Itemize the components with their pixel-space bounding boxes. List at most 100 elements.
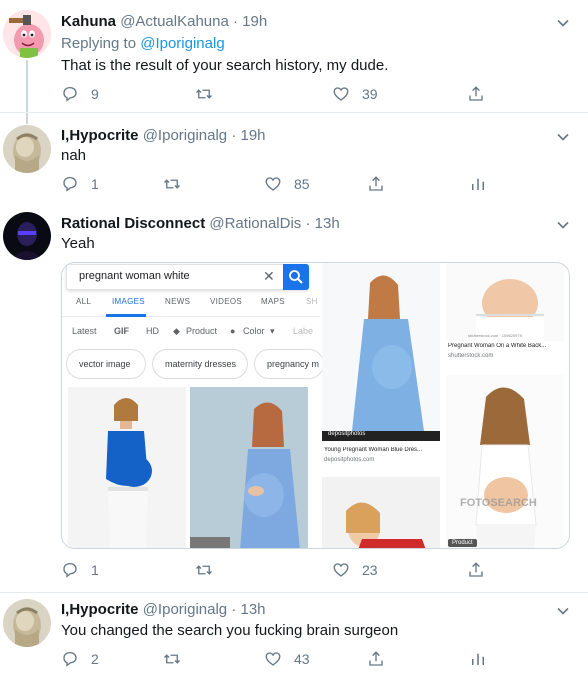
- chevron-down-icon: ▾: [270, 326, 275, 336]
- small-watermark: shutterstock.com · 159625979: [468, 333, 522, 338]
- timestamp[interactable]: 19h: [241, 127, 266, 144]
- tweet-rational-disconnect[interactable]: Rational Disconnect @RationalDis · 13h Y…: [0, 205, 588, 593]
- reply-icon: [63, 86, 77, 102]
- tweet-text: Yeah: [61, 235, 95, 252]
- reply-button[interactable]: 2: [61, 650, 99, 668]
- chevron-down-icon[interactable]: [556, 130, 570, 144]
- tab-shopping: SH: [306, 297, 318, 306]
- watermark: depositphotos: [328, 431, 366, 437]
- tweet-actions: 1 85: [61, 175, 581, 195]
- avatar[interactable]: [3, 10, 51, 58]
- analytics-button[interactable]: [469, 650, 487, 668]
- tweet-hypocrite-2[interactable]: I,Hypocrite @Iporiginalg · 13h You chang…: [0, 593, 588, 685]
- replying-to-link[interactable]: @Iporiginalg: [140, 35, 224, 52]
- retweet-icon: [196, 565, 212, 575]
- suggestion-chips: vector image maternity dresses pregnancy…: [62, 349, 324, 379]
- avatar[interactable]: [3, 212, 51, 260]
- share-icon: [469, 562, 483, 577]
- reply-icon: [63, 562, 77, 578]
- tool-label: Labe: [293, 326, 314, 336]
- avatar[interactable]: [3, 599, 51, 647]
- replying-to: Replying to @Iporiginalg: [61, 35, 225, 52]
- result-source: depositphotos.com: [324, 457, 375, 463]
- tweet-hypocrite-1[interactable]: I,Hypocrite @Iporiginalg · 19h nah 1 85: [0, 113, 588, 205]
- share-button[interactable]: [367, 650, 385, 668]
- result-image: [190, 387, 308, 548]
- analytics-button[interactable]: [469, 175, 487, 193]
- retweet-button[interactable]: [163, 175, 181, 193]
- product-badge: Product: [448, 539, 477, 547]
- display-name[interactable]: Kahuna: [61, 13, 116, 30]
- tweet-header: I,Hypocrite @Iporiginalg · 13h: [61, 601, 266, 618]
- like-button[interactable]: 39: [332, 85, 378, 103]
- reply-count: 2: [91, 651, 99, 667]
- reply-button[interactable]: 9: [61, 85, 99, 103]
- palette-icon: ●: [230, 326, 236, 336]
- timestamp[interactable]: 19h: [242, 13, 267, 30]
- active-tab-indicator: [106, 314, 146, 317]
- tweet-header: Kahuna @ActualKahuna · 19h: [61, 13, 267, 30]
- display-name[interactable]: I,Hypocrite: [61, 601, 139, 618]
- analytics-icon: [472, 178, 484, 190]
- chevron-down-icon[interactable]: [556, 604, 570, 618]
- timestamp[interactable]: 13h: [315, 215, 340, 232]
- search-query: pregnant woman white: [79, 270, 190, 282]
- chevron-down-icon[interactable]: [556, 16, 570, 30]
- reply-button[interactable]: 1: [61, 175, 99, 193]
- result-source: shutterstock.com: [448, 353, 494, 359]
- user-handle[interactable]: @Iporiginalg: [143, 127, 227, 144]
- tweet-actions: 9 39: [61, 85, 581, 105]
- tag-icon: ◆: [173, 326, 180, 336]
- result-image: FOTOSEARCH Product: [446, 375, 564, 548]
- reply-button[interactable]: 1: [61, 561, 99, 579]
- chevron-down-icon[interactable]: [556, 218, 570, 232]
- chip: vector image: [66, 349, 146, 379]
- like-icon: [333, 87, 349, 101]
- like-count: 43: [294, 651, 310, 667]
- retweet-icon: [196, 89, 212, 99]
- tweet-actions: 2 43: [61, 650, 581, 670]
- share-button[interactable]: [467, 561, 485, 579]
- separator-dot: ·: [305, 215, 311, 232]
- like-button[interactable]: 23: [332, 561, 378, 579]
- user-handle[interactable]: @RationalDis: [209, 215, 301, 232]
- tweet-text: You changed the search you fucking brain…: [61, 622, 399, 639]
- tweet-kahuna[interactable]: Kahuna @ActualKahuna · 19h Replying to @…: [0, 0, 588, 113]
- tool-product: Product: [186, 326, 218, 336]
- like-button[interactable]: 43: [264, 650, 310, 668]
- like-count: 23: [362, 562, 378, 578]
- share-icon: [369, 651, 383, 666]
- retweet-button[interactable]: [195, 561, 213, 579]
- like-icon: [333, 563, 349, 577]
- tool-latest: Latest: [72, 326, 97, 336]
- reply-icon: [63, 651, 77, 667]
- avatar[interactable]: [3, 125, 51, 173]
- tweet-text: nah: [61, 147, 87, 164]
- chip: maternity dresses: [152, 349, 248, 379]
- tab-images: IMAGES: [112, 297, 145, 306]
- replying-to-label: Replying to: [61, 35, 137, 52]
- like-button[interactable]: 85: [264, 175, 310, 193]
- result-image: depositphotos: [322, 263, 440, 441]
- separator-dot: ·: [233, 13, 238, 30]
- display-name[interactable]: I,Hypocrite: [61, 127, 139, 144]
- user-handle[interactable]: @ActualKahuna: [120, 13, 229, 30]
- user-handle[interactable]: @Iporiginalg: [143, 601, 227, 618]
- like-count: 85: [294, 176, 310, 192]
- tab-news: NEWS: [165, 297, 191, 306]
- share-button[interactable]: [467, 85, 485, 103]
- like-count: 39: [362, 86, 378, 102]
- display-name[interactable]: Rational Disconnect: [61, 215, 205, 232]
- tweet-text: That is the result of your search histor…: [61, 57, 389, 74]
- tool-gif: GIF: [114, 326, 129, 336]
- retweet-button[interactable]: [163, 650, 181, 668]
- close-icon: ✕: [263, 268, 275, 284]
- retweet-button[interactable]: [195, 85, 213, 103]
- attached-image[interactable]: pregnant woman white ✕ ALL IMAGES NEWS V…: [61, 262, 570, 549]
- search-tools: Latest GIF HD ◆ Product ● Color ▾ Labe: [62, 323, 320, 343]
- timestamp[interactable]: 13h: [241, 601, 266, 618]
- result-caption: Young Pregnant Woman Blue Dres...: [324, 447, 423, 453]
- share-button[interactable]: [367, 175, 385, 193]
- result-caption: Pregnant Woman On a White Back...: [448, 343, 547, 349]
- like-icon: [265, 652, 281, 666]
